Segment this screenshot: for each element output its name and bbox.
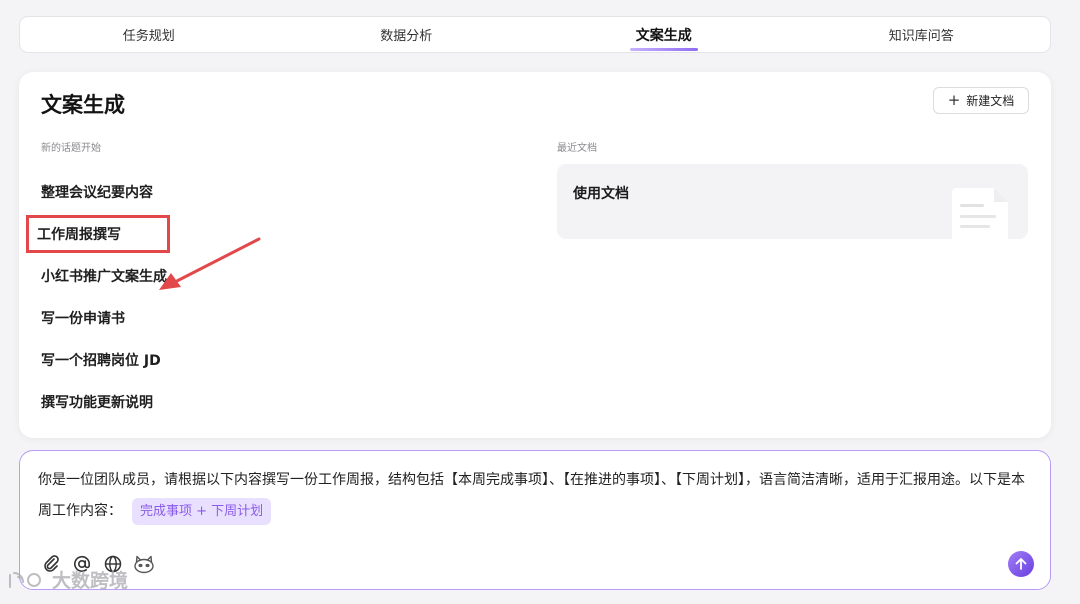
top-tab-bar: 任务规划 数据分析 文案生成 知识库问答: [19, 16, 1051, 53]
tab-copywriting[interactable]: 文案生成: [535, 17, 793, 52]
prompt-text[interactable]: 你是一位团队成员，请根据以下内容撰写一份工作周报，结构包括【本周完成事项】、【在…: [38, 465, 1028, 527]
recent-docs-heading: 最近文档: [557, 143, 597, 154]
arrow-up-icon: [1015, 558, 1027, 570]
recent-document-card[interactable]: 使用文档: [557, 164, 1028, 239]
tab-data-analysis[interactable]: 数据分析: [278, 17, 536, 52]
topic-item[interactable]: 写一个招聘岗位 JD: [41, 339, 167, 381]
watermark-text: 大数跨境: [52, 570, 129, 592]
topic-label: 小红书推广文案生成: [41, 269, 167, 285]
tab-knowledge-qa[interactable]: 知识库问答: [793, 17, 1051, 52]
template-variable-chip[interactable]: 完成事项 + 下周计划: [132, 497, 272, 525]
topics-heading: 新的话题开始: [41, 143, 101, 154]
topic-label: 写一份申请书: [41, 311, 125, 327]
topic-item[interactable]: 写一份申请书: [41, 297, 167, 339]
topic-label: 整理会议纪要内容: [41, 185, 153, 201]
topic-item[interactable]: 整理会议纪要内容: [41, 171, 167, 213]
tab-label: 数据分析: [380, 29, 433, 44]
recent-document-name: 使用文档: [573, 186, 629, 202]
topic-label: 工作周报撰写: [37, 227, 121, 243]
tab-label: 文案生成: [635, 27, 692, 44]
watermark-logo-icon: [9, 571, 41, 588]
watermark: 大数跨境: [6, 566, 128, 593]
topic-item-highlighted[interactable]: 工作周报撰写: [26, 215, 170, 253]
tab-label: 知识库问答: [888, 29, 954, 44]
topic-item[interactable]: 撰写功能更新说明: [41, 381, 167, 423]
mascot-icon[interactable]: [133, 553, 155, 575]
topic-label: 写一个招聘岗位 JD: [41, 353, 161, 369]
new-document-button[interactable]: + 新建文档: [933, 87, 1029, 114]
topic-label: 撰写功能更新说明: [41, 395, 153, 411]
topic-item[interactable]: 小红书推广文案生成: [41, 255, 167, 297]
tab-label: 任务规划: [122, 29, 175, 44]
prompt-input[interactable]: 你是一位团队成员，请根据以下内容撰写一份工作周报，结构包括【本周完成事项】、【在…: [19, 450, 1051, 590]
send-button[interactable]: [1008, 551, 1034, 577]
plus-icon: +: [947, 91, 961, 109]
tab-task-planning[interactable]: 任务规划: [20, 17, 278, 52]
topic-list: 整理会议纪要内容 工作周报撰写 小红书推广文案生成 写一份申请书 写一个招聘岗位…: [26, 171, 170, 423]
active-tab-indicator: [629, 48, 698, 51]
new-document-label: 新建文档: [966, 94, 1015, 108]
document-illustration-icon: [952, 188, 1008, 239]
copywriting-panel: 文案生成 + 新建文档 新的话题开始 最近文档 整理会议纪要内容 工作周报撰写 …: [19, 72, 1051, 438]
page-title: 文案生成: [41, 93, 125, 117]
annotation-arrow-icon: [159, 237, 261, 290]
